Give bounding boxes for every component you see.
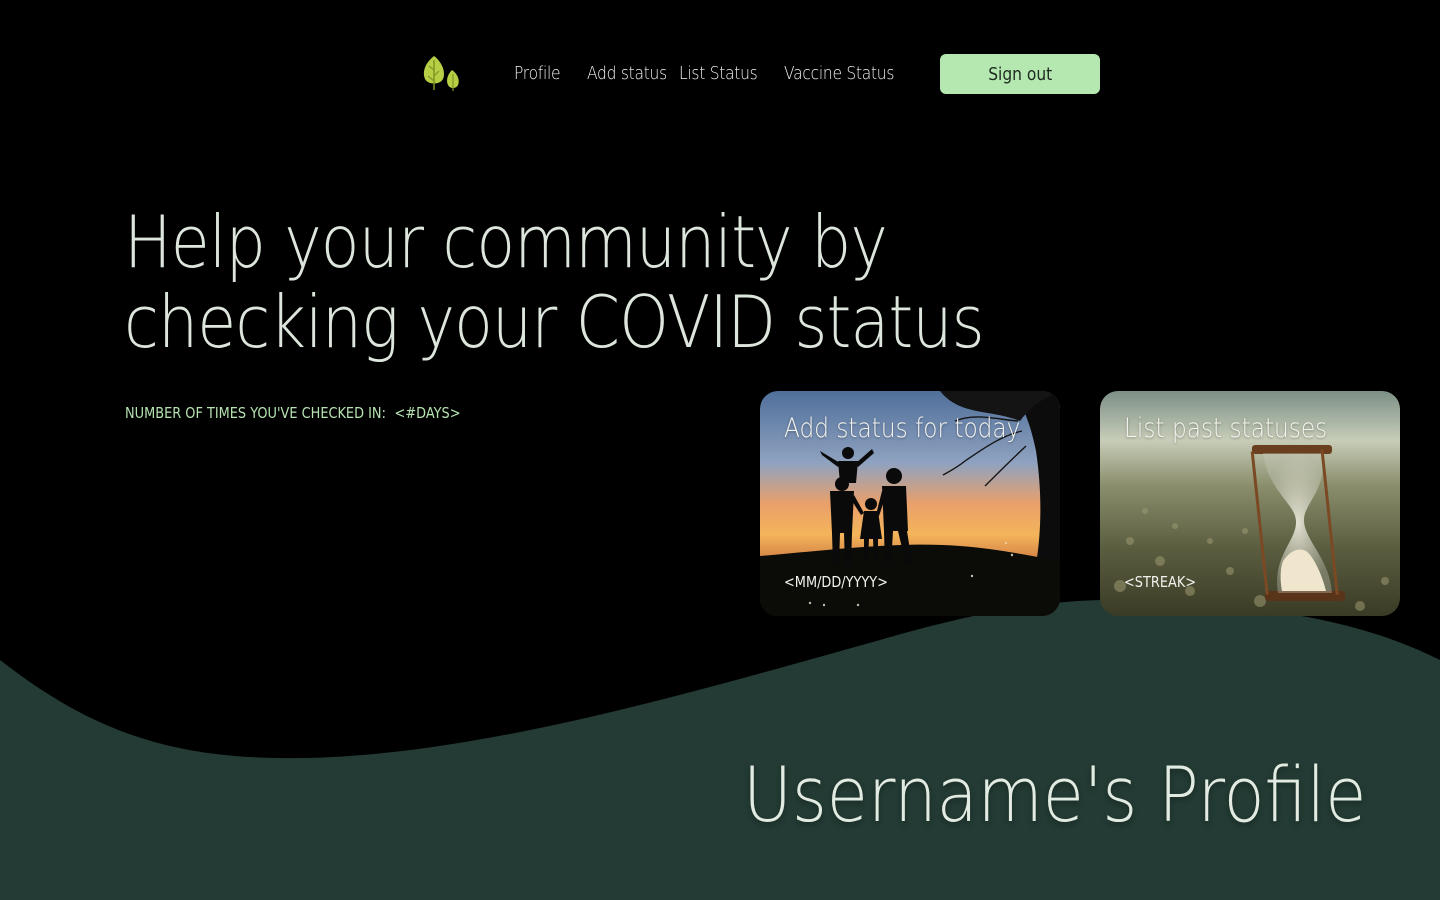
leaf-logo-icon[interactable] <box>420 54 462 94</box>
sign-out-label: Sign out <box>987 63 1053 85</box>
profile-title: Username's Profile <box>742 750 1366 839</box>
list-statuses-card-title: List past statuses <box>1124 413 1328 444</box>
top-navigation: Profile Add status List Status Vaccine S… <box>0 54 1440 94</box>
add-status-card-title: Add status for today <box>784 413 1021 444</box>
check-in-value: <#DAYS> <box>394 404 461 422</box>
add-status-card[interactable]: Add status for today <MM/DD/YYYY> <box>760 391 1060 616</box>
hero-line-1: Help your community by <box>124 200 888 284</box>
nav-link-add-status[interactable]: Add status <box>587 63 667 84</box>
check-in-label: NUMBER OF TIMES YOU'VE CHECKED IN: <box>125 404 386 422</box>
list-statuses-card-streak: <STREAK> <box>1124 573 1197 591</box>
nav-link-list-status[interactable]: List Status <box>679 63 758 84</box>
hero-line-2: checking your COVID status <box>124 280 985 364</box>
add-status-card-date: <MM/DD/YYYY> <box>784 573 888 591</box>
sign-out-button[interactable]: Sign out <box>940 54 1100 94</box>
nav-link-vaccine-status[interactable]: Vaccine Status <box>784 63 894 84</box>
nav-link-profile[interactable]: Profile <box>514 63 561 84</box>
list-statuses-card[interactable]: List past statuses <STREAK> <box>1100 391 1400 616</box>
check-in-count: NUMBER OF TIMES YOU'VE CHECKED IN: <#DAYS… <box>125 404 461 422</box>
hero-heading: Help your community by checking your COV… <box>124 200 985 364</box>
